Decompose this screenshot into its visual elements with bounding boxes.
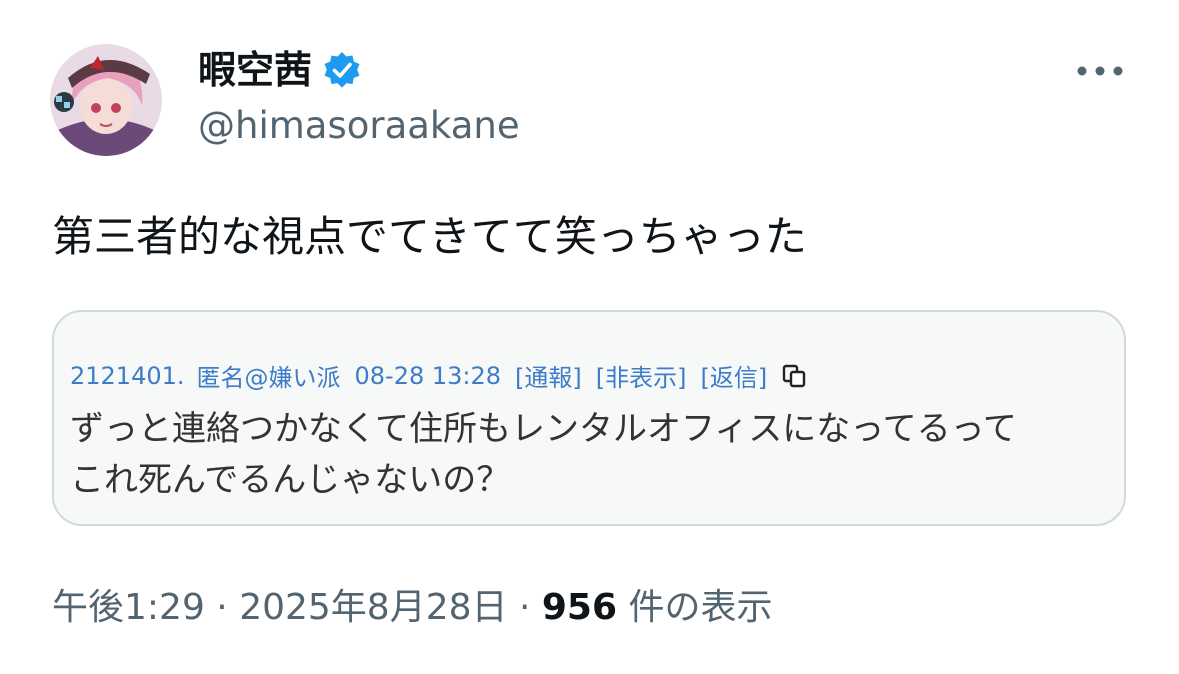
tweet-container: 暇空茜 @himasoraakane 第三者的な視点でてきてて笑っちゃった 21… — [0, 0, 1179, 674]
author-name-row: 暇空茜 — [198, 44, 362, 96]
quote-body: ずっと連絡つかなくて住所もレンタルオフィスになってるって これ死んでるんじゃない… — [70, 404, 1017, 506]
tweet-text: 第三者的な視点でてきてて笑っちゃった — [52, 212, 807, 261]
copy-icon[interactable] — [781, 363, 807, 389]
quote-card[interactable]: 2121401. 匿名@嫌い派 08-28 13:28 [通報] [非表示] [… — [52, 310, 1126, 526]
report-link[interactable]: [通報] — [515, 358, 582, 393]
quote-body-line-2: これ死んでるんじゃないの？ — [70, 460, 511, 500]
views-label: 件の表示 — [617, 587, 773, 628]
author-handle[interactable]: @himasoraakane — [198, 105, 520, 147]
post-time[interactable]: 午後1:29 — [52, 587, 205, 628]
quote-body-line-1: ずっと連絡つかなくて住所もレンタルオフィスになってるって — [70, 409, 1017, 449]
hide-link[interactable]: [非表示] — [596, 358, 687, 393]
reply-link[interactable]: [返信] — [701, 358, 768, 393]
verified-badge-icon[interactable] — [322, 50, 362, 90]
timestamp-row: 午後1:29 · 2025年8月28日 · 956 件の表示 — [52, 586, 772, 629]
post-number: 2121401. — [70, 361, 185, 390]
poster-name: 匿名@嫌い派 — [196, 364, 341, 392]
separator: · — [507, 587, 542, 628]
views-count[interactable]: 956 — [542, 587, 617, 628]
display-name[interactable]: 暇空茜 — [198, 51, 312, 89]
more-horizontal-icon — [1077, 66, 1123, 76]
more-options-button[interactable] — [1066, 56, 1134, 86]
post-date[interactable]: 2025年8月28日 — [239, 587, 507, 628]
separator: · — [204, 587, 240, 628]
post-datetime: 08-28 13:28 — [354, 361, 502, 390]
avatar[interactable] — [50, 44, 162, 156]
quote-meta-line: 2121401. 匿名@嫌い派 08-28 13:28 [通報] [非表示] [… — [70, 358, 821, 393]
